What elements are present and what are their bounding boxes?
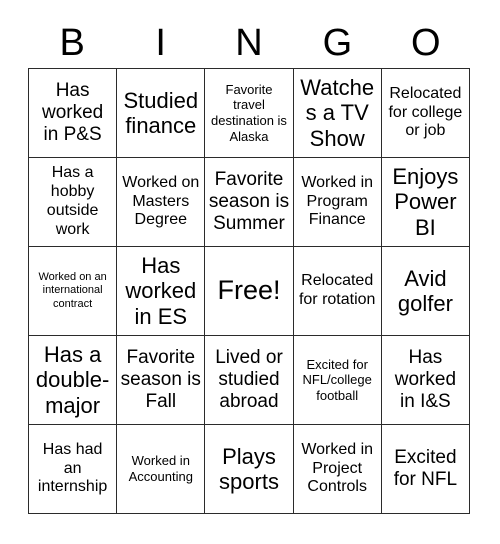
bingo-cell-label: Worked on Masters Degree <box>122 173 200 229</box>
bingo-grid: Has worked in P&S Studied finance Favori… <box>28 68 470 514</box>
bingo-cell-label: Has a hobby outside work <box>46 164 99 238</box>
bingo-cell-label: Favorite season is Summer <box>208 168 290 235</box>
bingo-cell[interactable]: Favorite season is Fall <box>117 336 206 425</box>
bingo-cell-label: Relocated for college or job <box>388 84 463 140</box>
bingo-cell-label: Studied finance <box>123 87 199 138</box>
bingo-cell-label: Has worked in ES <box>125 253 197 329</box>
bingo-cell[interactable]: Worked in Project Controls <box>293 425 382 514</box>
bingo-cell-label: Relocated for rotation <box>298 272 376 308</box>
bingo-cell[interactable]: Has had an internship <box>29 425 118 514</box>
bingo-cell[interactable]: Favorite season is Summer <box>205 158 294 247</box>
header-letter-i: I <box>155 22 166 64</box>
header-letter-b: B <box>59 22 85 64</box>
header-letter-g: G <box>322 22 353 64</box>
bingo-cell[interactable]: Enjoys Power BI <box>381 158 470 247</box>
header-letter-n: N <box>235 22 263 64</box>
bingo-cell-label: Lived or studied abroad <box>215 346 283 413</box>
bingo-cell-label: Watches a TV Show <box>300 75 375 151</box>
bingo-cell[interactable]: Studied finance <box>117 69 206 158</box>
bingo-cell-label: Excited for NFL <box>393 446 458 490</box>
bingo-header-row: B I N G O <box>28 18 470 68</box>
bingo-cell[interactable]: Has a hobby outside work <box>29 158 118 247</box>
bingo-cell-label: Worked in Program Finance <box>301 173 374 229</box>
bingo-cell[interactable]: Worked in Program Finance <box>293 158 382 247</box>
bingo-cell[interactable]: Worked on Masters Degree <box>117 158 206 247</box>
bingo-cell[interactable]: Excited for NFL <box>381 425 470 514</box>
bingo-cell-label: Excited for NFL/college football <box>302 356 372 403</box>
bingo-cell-label: Has a double-major <box>35 342 110 418</box>
bingo-cell-label: Favorite travel destination is Alaska <box>211 81 287 144</box>
bingo-cell-label: Enjoys Power BI <box>392 164 459 240</box>
bingo-cell[interactable]: Lived or studied abroad <box>205 336 294 425</box>
bingo-cell-label: Plays sports <box>219 443 279 494</box>
bingo-cell[interactable]: Has worked in P&S <box>29 69 118 158</box>
header-letter-o: O <box>411 22 441 64</box>
bingo-cell-label: Has had an internship <box>37 440 108 496</box>
bingo-cell-label: Has worked in I&S <box>394 346 457 413</box>
bingo-free-label: Free! <box>217 275 281 306</box>
bingo-cell[interactable]: Avid golfer <box>381 247 470 336</box>
bingo-cell-free[interactable]: Free! <box>205 247 294 336</box>
bingo-card: B I N G O Has worked in P&S Studied fina… <box>0 0 500 544</box>
bingo-cell[interactable]: Has worked in I&S <box>381 336 470 425</box>
bingo-cell[interactable]: Excited for NFL/college football <box>293 336 382 425</box>
bingo-cell[interactable]: Worked on an international contract <box>29 247 118 336</box>
bingo-cell[interactable]: Relocated for rotation <box>293 247 382 336</box>
bingo-cell[interactable]: Has worked in ES <box>117 247 206 336</box>
bingo-cell[interactable]: Watches a TV Show <box>293 69 382 158</box>
bingo-cell[interactable]: Plays sports <box>205 425 294 514</box>
bingo-cell[interactable]: Has a double-major <box>29 336 118 425</box>
bingo-cell-label: Avid golfer <box>397 265 453 316</box>
bingo-cell[interactable]: Worked in Accounting <box>117 425 206 514</box>
bingo-cell-label: Has worked in P&S <box>41 79 104 146</box>
bingo-cell-label: Worked in Accounting <box>128 453 193 484</box>
bingo-cell-label: Favorite season is Fall <box>120 346 201 413</box>
bingo-cell[interactable]: Relocated for college or job <box>381 69 470 158</box>
bingo-cell-label: Worked on an international contract <box>38 270 107 310</box>
bingo-cell-label: Worked in Project Controls <box>301 440 374 496</box>
bingo-cell[interactable]: Favorite travel destination is Alaska <box>205 69 294 158</box>
